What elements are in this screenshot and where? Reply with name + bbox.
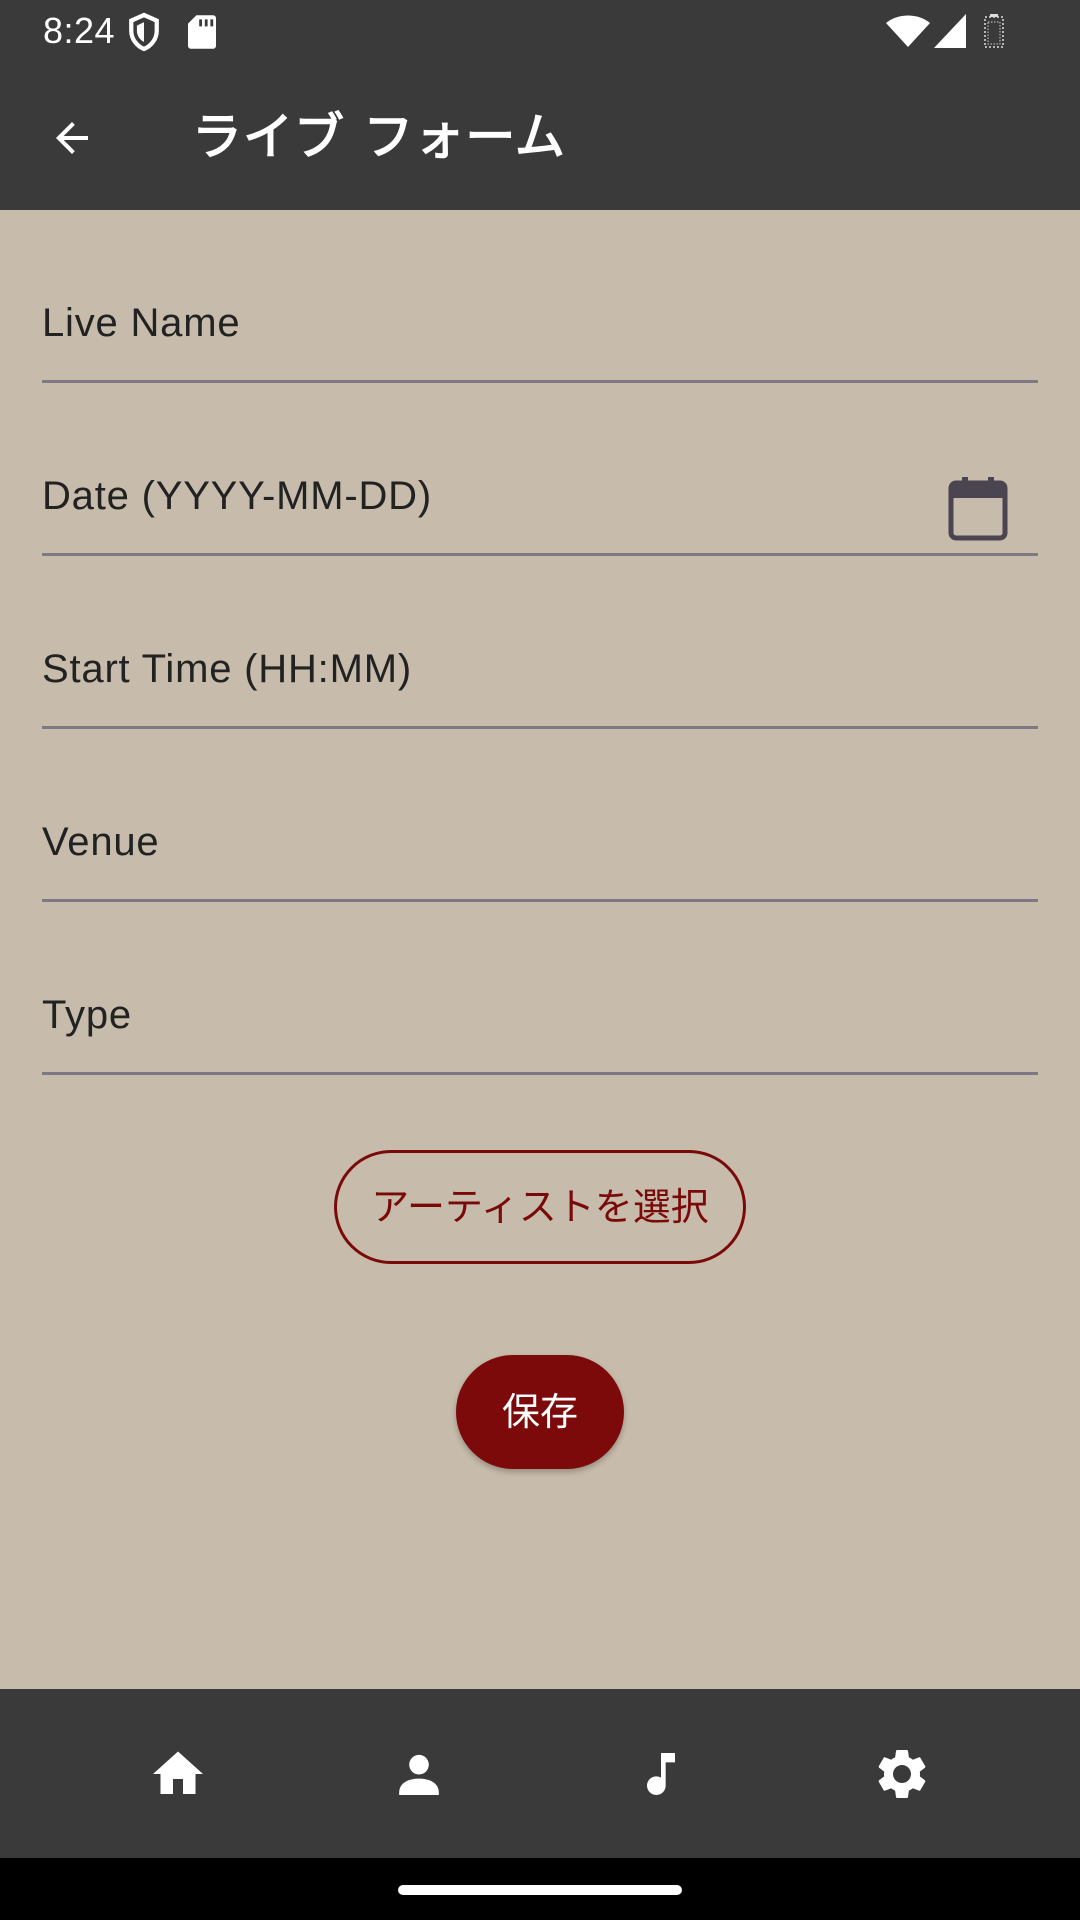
date-field[interactable]: Date (YYYY-MM-DD) [42,383,1038,556]
type-input[interactable] [42,972,1038,1062]
status-bar: 8:24 [0,0,1080,64]
person-icon [399,1754,439,1795]
home-gesture-handle[interactable] [398,1885,682,1895]
nav-home[interactable] [133,1729,223,1819]
type-field[interactable]: Type [42,902,1038,1075]
live-name-field[interactable]: Live Name [42,210,1038,383]
live-name-input[interactable] [42,280,1038,370]
status-time: 8:24 [43,10,116,51]
calendar-icon [948,477,1008,541]
venue-input[interactable] [42,799,1038,889]
venue-field[interactable]: Venue [42,729,1038,902]
start-time-field[interactable]: Start Time (HH:MM) [42,556,1038,729]
nav-music[interactable] [616,1729,706,1819]
start-time-input[interactable] [42,626,1038,716]
save-button[interactable]: 保存 [456,1355,624,1469]
shield-icon [129,12,159,52]
sd-card-icon [188,15,216,49]
system-nav-bar [0,1858,1080,1920]
live-form: Live Name Date (YYYY-MM-DD) Start Time (… [42,210,1038,1075]
calendar-button[interactable] [948,475,1008,541]
date-input[interactable] [42,453,1038,543]
nav-settings[interactable] [857,1729,947,1819]
nav-profile[interactable] [374,1729,464,1819]
settings-icon [878,1750,926,1798]
select-artist-button[interactable]: アーティストを選択 [334,1150,746,1264]
cell-signal-icon [934,14,966,48]
arrow-back-icon [56,122,88,154]
app-bar: ライブ フォーム [0,64,1080,210]
battery-icon [984,14,1004,48]
back-button[interactable] [36,102,108,174]
wifi-icon [886,15,930,47]
page-title: ライブ フォーム [192,108,566,166]
music-note-icon [647,1753,675,1795]
home-icon [153,1751,203,1794]
bottom-nav [0,1689,1080,1858]
